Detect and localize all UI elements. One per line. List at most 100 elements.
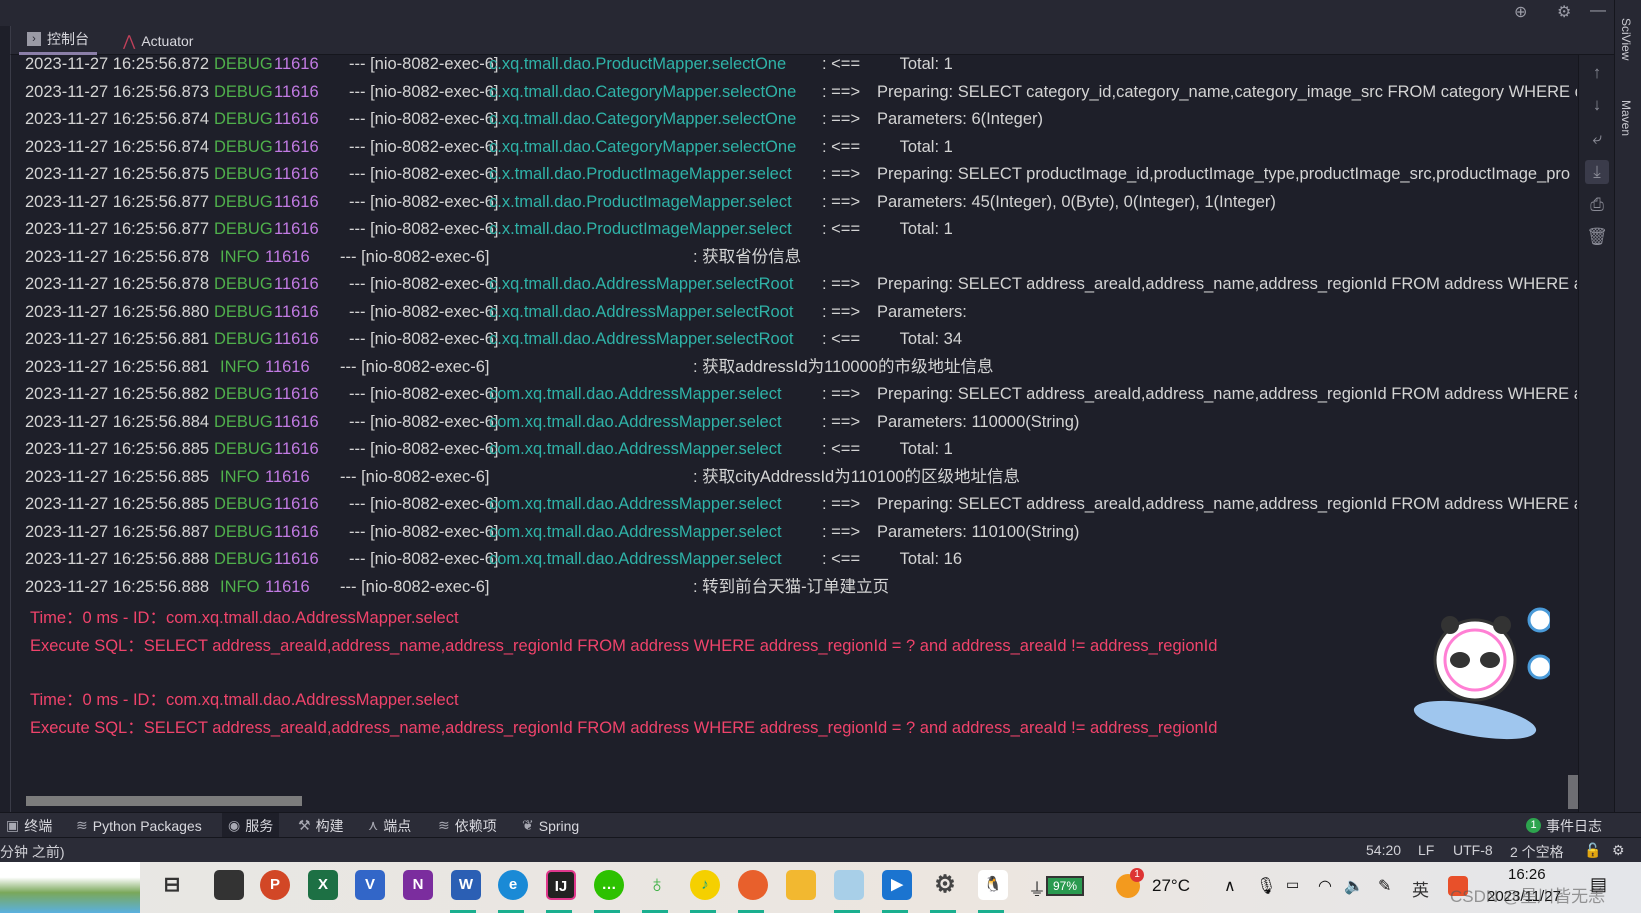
log-line: 2023-11-27 16:25:56.875 DEBUG 11616 --- [ni… xyxy=(25,161,1578,187)
tool-window-label: 服务 xyxy=(245,817,274,834)
tool-window-4[interactable]: ⋏ 端点 xyxy=(362,813,417,838)
terminal-icon: ▣ xyxy=(6,817,20,833)
wifi-icon[interactable]: ◠ xyxy=(1318,876,1332,896)
inspector-icon[interactable]: ⚙ xyxy=(1612,842,1625,859)
logger-name: com.xq.tmall.dao.AddressMapper.select xyxy=(489,385,782,403)
powerpoint-icon[interactable]: P xyxy=(260,870,290,900)
ime-indicator[interactable]: 英 xyxy=(1412,876,1429,901)
task-view-icon[interactable]: ⊟ xyxy=(157,870,187,900)
pen-icon[interactable]: ✎ xyxy=(1378,876,1391,896)
intellij-icon[interactable]: IJ xyxy=(546,870,576,900)
log-message: Total: 1 xyxy=(877,137,953,156)
excel-icon[interactable]: X xyxy=(308,870,338,900)
direction-arrow: : ==> xyxy=(822,522,861,541)
log-message: Total: 1 xyxy=(877,220,953,238)
gear-icon[interactable]: ⚙ xyxy=(1557,2,1571,22)
logger-name: com.xq.tmall.dao.AddressMapper.select xyxy=(489,550,782,568)
tool-window-bar: ▣ 终端 ≋ Python Packages ◉ 服务 ⚒ 构建 ⋏ 端点 ≋ 依赖项 ❦ Spring … xyxy=(0,812,1641,838)
log-message: : 获取cityAddressId为110100的区级地址信息 xyxy=(693,467,1021,486)
caret-position[interactable]: 54:20 xyxy=(1366,842,1401,858)
arrow-down-icon[interactable]: ↓ xyxy=(1585,93,1609,117)
direction-arrow: : ==> xyxy=(822,165,861,183)
sidebar-item-maven[interactable]: Maven xyxy=(1619,100,1633,136)
thread-name: --- [nio-8082-exec-6] xyxy=(349,110,499,128)
indent-setting[interactable]: 2 个空格 xyxy=(1510,842,1564,862)
sticky-notes-icon[interactable] xyxy=(214,870,244,900)
thread-name: --- [nio-8082-exec-6] xyxy=(340,467,490,486)
windows-taskbar: ⊟ P X V N W e IJ … ♁ ♪ ▶ ⚙ 🐧 ⏚ 97% 1 27°… xyxy=(0,862,1641,913)
notification-icon[interactable]: ▤ xyxy=(1590,874,1607,895)
tool-window-0[interactable]: ▣ 终端 xyxy=(0,813,58,838)
event-log-label: 事件日志 xyxy=(1546,817,1602,834)
log-level: INFO xyxy=(220,357,260,376)
thread-name: --- [nio-8082-exec-6] xyxy=(340,247,490,266)
horizontal-scrollbar[interactable] xyxy=(26,796,302,806)
tab-actuator[interactable]: ⋀ Actuator xyxy=(115,26,201,55)
actuator-icon: ⋀ xyxy=(123,32,136,50)
lock-icon[interactable]: 🔓 xyxy=(1584,842,1601,859)
print-icon[interactable]: ⎙ xyxy=(1585,193,1609,217)
event-log-button[interactable]: 1 事件日志 xyxy=(1520,813,1608,838)
settings-icon[interactable]: ⚙ xyxy=(930,870,960,900)
temperature[interactable]: 27°C xyxy=(1152,876,1190,896)
word-icon[interactable]: W xyxy=(451,870,481,900)
thread-name: --- [nio-8082-exec-6] xyxy=(340,357,490,376)
qq-music-icon[interactable]: ♪ xyxy=(690,870,720,900)
log-message: Total: 34 xyxy=(877,330,962,348)
log-line: 2023-11-27 16:25:56.880 DEBUG 11616 --- [ni… xyxy=(25,299,1578,325)
minimize-icon[interactable]: — xyxy=(1590,2,1606,20)
notepad-icon[interactable] xyxy=(834,870,864,900)
scroll-to-end-icon[interactable]: ⤓ xyxy=(1585,160,1609,184)
tool-window-6[interactable]: ❦ Spring xyxy=(516,813,585,838)
firefox-icon[interactable] xyxy=(738,870,768,900)
globe-icon[interactable]: ⊕ xyxy=(1514,2,1527,22)
vertical-scrollbar[interactable] xyxy=(1568,775,1578,809)
console-tabs: › 控制台 ⋀ Actuator xyxy=(10,26,1614,55)
clock-time[interactable]: 16:26 xyxy=(1508,866,1546,883)
process-id: 11616 xyxy=(274,137,319,156)
visio-icon[interactable]: V xyxy=(355,870,385,900)
logger-name: c.xq.tmall.dao.CategoryMapper.selectOne xyxy=(489,137,797,156)
soft-wrap-icon[interactable]: ⤶ xyxy=(1585,127,1609,151)
volume-icon[interactable]: 🔈 xyxy=(1344,876,1364,896)
microphone-icon[interactable]: 🎙 xyxy=(1256,876,1276,896)
battery-indicator[interactable]: 97% xyxy=(1046,876,1085,896)
qq-icon[interactable]: 🐧 xyxy=(978,870,1008,900)
battery-icon[interactable]: ▭ xyxy=(1286,876,1299,893)
navicat-icon[interactable]: ♁ xyxy=(642,870,672,900)
tab-console[interactable]: › 控制台 xyxy=(19,26,97,55)
thread-name: --- [nio-8082-exec-6] xyxy=(340,577,490,596)
line-separator[interactable]: LF xyxy=(1418,842,1434,858)
edge-icon[interactable]: e xyxy=(498,870,528,900)
log-line: 2023-11-27 16:25:56.887 DEBUG 11616 --- [ni… xyxy=(25,519,1578,545)
thread-name: --- [nio-8082-exec-6] xyxy=(349,192,499,211)
csdn-watermark: CSDN @星川皆无恙 xyxy=(1450,887,1606,906)
process-id: 11616 xyxy=(274,110,319,128)
wechat-icon[interactable]: … xyxy=(594,870,624,900)
tool-window-label: Spring xyxy=(538,817,580,834)
tool-window-3[interactable]: ⚒ 构建 xyxy=(292,813,350,838)
tool-window-2[interactable]: ◉ 服务 xyxy=(222,813,280,838)
log-line: 2023-11-27 16:25:56.888 DEBUG 11616 --- [ni… xyxy=(25,546,1578,572)
trash-icon[interactable]: 🗑 xyxy=(1585,225,1609,249)
file-explorer-icon[interactable] xyxy=(786,870,816,900)
tray-chevron-icon[interactable]: ∧ xyxy=(1224,876,1236,896)
status-bar: 分钟 之前) 54:20 LF UTF-8 2 个空格 🔓 ⚙ xyxy=(0,837,1641,862)
media-player-icon[interactable]: ▶ xyxy=(882,870,912,900)
thread-name: --- [nio-8082-exec-6] xyxy=(349,495,499,513)
arrow-up-icon[interactable]: ↑ xyxy=(1585,61,1609,85)
onenote-icon[interactable]: N xyxy=(403,870,433,900)
right-sidebar: SciView Maven xyxy=(1614,0,1641,837)
log-level: DEBUG xyxy=(214,165,273,183)
timestamp: 2023-11-27 16:25:56.882 xyxy=(25,385,210,403)
file-encoding[interactable]: UTF-8 xyxy=(1453,842,1493,858)
logger-name: c.xq.tmall.dao.CategoryMapper.selectOne xyxy=(489,82,797,101)
sql-time-line: Time：0 ms - ID：com.xq.tmall.dao.AddressM… xyxy=(30,691,459,709)
event-count-badge: 1 xyxy=(1526,818,1541,833)
tool-window-5[interactable]: ≋ 依赖项 xyxy=(432,813,503,838)
panda-mascot-image xyxy=(1413,607,1550,740)
tool-window-1[interactable]: ≋ Python Packages xyxy=(70,813,208,838)
log-message: : 转到前台天猫-订单建立页 xyxy=(693,577,890,596)
console-output[interactable]: 2023-11-27 16:25:56.872 DEBUG 11616 --- [ni… xyxy=(10,55,1578,812)
sidebar-item-sciview[interactable]: SciView xyxy=(1619,18,1633,60)
